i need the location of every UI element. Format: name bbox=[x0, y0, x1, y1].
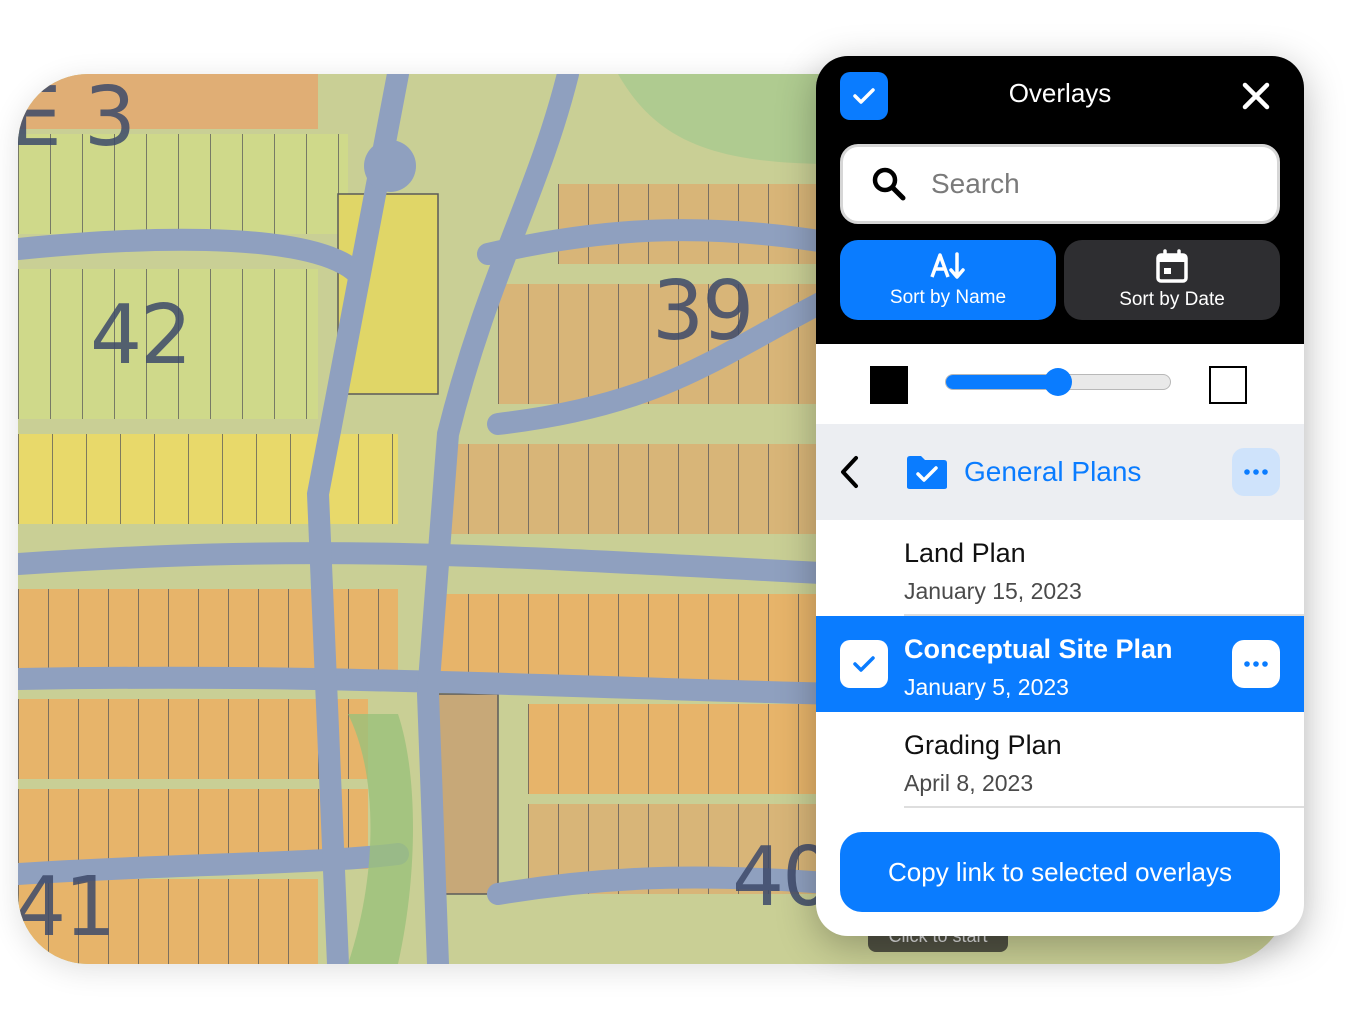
overlay-item-more-button[interactable] bbox=[1232, 640, 1280, 688]
sort-by-name-label: Sort by Name bbox=[889, 287, 1007, 308]
overlay-item-date: January 15, 2023 bbox=[904, 578, 1082, 604]
search-icon bbox=[871, 165, 909, 203]
overlay-item-date: April 8, 2023 bbox=[904, 770, 1034, 796]
checkmark-icon bbox=[853, 656, 875, 672]
close-icon bbox=[1242, 82, 1270, 110]
search-input[interactable] bbox=[929, 167, 1253, 201]
map-label-39: 39 bbox=[652, 264, 754, 359]
sort-by-date-button[interactable]: Sort by Date bbox=[1064, 240, 1280, 320]
calendar-icon bbox=[1156, 249, 1188, 283]
map-label-41: 41 bbox=[18, 860, 116, 955]
opacity-slider[interactable] bbox=[945, 368, 1171, 396]
search-box bbox=[840, 144, 1280, 224]
more-horizontal-icon bbox=[1244, 661, 1268, 667]
back-button[interactable] bbox=[838, 452, 868, 492]
overlay-item-checkbox[interactable] bbox=[840, 640, 888, 688]
close-button[interactable] bbox=[1236, 76, 1276, 116]
copy-link-button[interactable]: Copy link to selected overlays bbox=[840, 832, 1280, 912]
folder-more-button[interactable] bbox=[1232, 448, 1280, 496]
overlay-item-conceptual-site-plan[interactable]: Conceptual Site Plan January 5, 2023 bbox=[816, 616, 1304, 712]
panel-header: Overlays Sort by Name bbox=[816, 56, 1304, 344]
overlays-panel: Overlays Sort by Name bbox=[816, 56, 1304, 936]
overlay-item-name: Grading Plan bbox=[904, 730, 1062, 760]
overlay-item-grading-plan[interactable]: Grading Plan April 8, 2023 bbox=[816, 712, 1304, 808]
sort-alpha-down-icon bbox=[930, 252, 965, 279]
opaque-square-icon[interactable] bbox=[870, 366, 908, 404]
opacity-slider-knob[interactable] bbox=[1044, 368, 1072, 396]
checkmark-icon bbox=[853, 88, 875, 104]
folder-row[interactable]: General Plans bbox=[816, 424, 1304, 520]
opacity-slider-fill bbox=[946, 375, 1058, 389]
overlay-item-name: Land Plan bbox=[904, 538, 1026, 568]
more-horizontal-icon bbox=[1244, 469, 1268, 475]
map-label-e3: E 3 bbox=[18, 74, 136, 165]
folder-name: General Plans bbox=[964, 456, 1142, 487]
select-all-checkbox[interactable] bbox=[840, 72, 888, 120]
folder-check-icon[interactable] bbox=[906, 454, 948, 490]
opacity-control bbox=[816, 344, 1304, 424]
chevron-left-icon bbox=[841, 456, 858, 488]
panel-title: Overlays bbox=[1008, 78, 1112, 108]
overlay-item-name: Conceptual Site Plan bbox=[904, 634, 1173, 664]
map-label-42: 42 bbox=[90, 288, 192, 383]
list-divider bbox=[904, 806, 1304, 808]
transparent-square-icon[interactable] bbox=[1209, 366, 1247, 404]
overlay-item-land-plan[interactable]: Land Plan January 15, 2023 bbox=[816, 520, 1304, 616]
sort-by-date-label: Sort by Date bbox=[1119, 289, 1225, 310]
sort-by-name-button[interactable]: Sort by Name bbox=[840, 240, 1056, 320]
overlay-item-date: January 5, 2023 bbox=[904, 674, 1069, 700]
